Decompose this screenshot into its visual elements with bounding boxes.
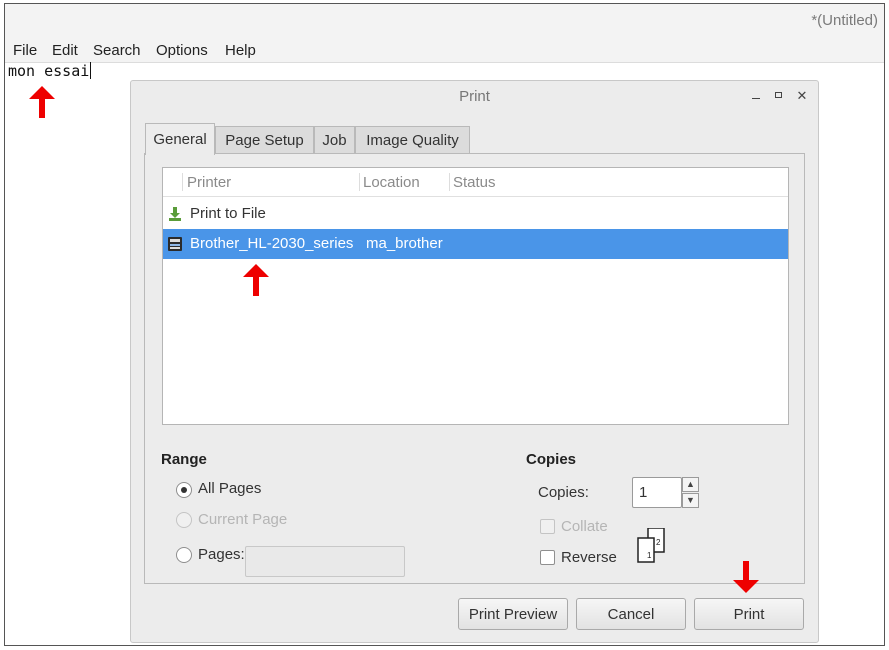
printer-name: Print to File — [190, 205, 266, 222]
reverse-checkbox[interactable] — [540, 550, 555, 565]
close-button[interactable]: ✕ — [794, 87, 810, 105]
column-separator — [182, 173, 183, 191]
maximize-icon — [775, 92, 782, 98]
text-caret — [90, 62, 92, 79]
cancel-button[interactable]: Cancel — [576, 598, 686, 630]
column-separator — [359, 173, 360, 191]
column-printer[interactable]: Printer — [187, 174, 231, 191]
chevron-up-icon: ▲ — [686, 479, 695, 489]
annotation-arrow-down-print — [733, 561, 759, 593]
minimize-button[interactable] — [748, 87, 764, 105]
all-pages-label[interactable]: All Pages — [198, 480, 261, 497]
printer-location: ma_brother — [366, 235, 443, 252]
copies-label: Copies: — [538, 484, 589, 501]
column-location[interactable]: Location — [363, 174, 420, 191]
current-page-label: Current Page — [198, 511, 288, 528]
tab-job[interactable]: Job — [314, 126, 355, 154]
tab-page-setup[interactable]: Page Setup — [215, 126, 314, 154]
pages-input[interactable] — [245, 546, 405, 577]
printer-row-print-to-file[interactable]: Print to File — [163, 199, 788, 229]
decrement-button[interactable]: ▼ — [682, 493, 699, 508]
print-to-file-icon — [169, 207, 181, 221]
printer-list[interactable]: Printer Location Status Print to File Br… — [162, 167, 789, 425]
tab-general[interactable]: General — [145, 123, 215, 155]
copies-input[interactable]: 1 — [632, 477, 682, 508]
annotation-arrow-up-printer — [243, 264, 269, 296]
collate-page-number: 2 — [656, 538, 661, 547]
collate-checkbox — [540, 519, 555, 534]
minimize-icon — [752, 98, 760, 99]
column-separator — [449, 173, 450, 191]
editor-content: mon essai — [8, 62, 90, 80]
copies-spinner: ▲ ▼ — [682, 477, 699, 508]
collate-label: Collate — [561, 518, 608, 535]
chevron-down-icon: ▼ — [686, 495, 695, 505]
pages-label[interactable]: Pages: — [198, 546, 245, 563]
printer-row-brother[interactable]: Brother_HL-2030_series ma_brother — [163, 229, 788, 259]
print-dialog: Print ✕ General Page Setup Job Image Qua… — [130, 80, 819, 643]
menu-help[interactable]: Help — [225, 42, 256, 59]
close-icon: ✕ — [796, 88, 808, 103]
menu-edit[interactable]: Edit — [52, 42, 78, 59]
increment-button[interactable]: ▲ — [682, 477, 699, 492]
annotation-arrow-up-editor — [29, 86, 55, 118]
tab-image-quality[interactable]: Image Quality — [355, 126, 470, 154]
dialog-title: Print — [459, 88, 490, 105]
collate-page-number: 1 — [647, 551, 652, 560]
print-preview-button[interactable]: Print Preview — [458, 598, 568, 630]
editor-title: *(Untitled) — [811, 12, 878, 29]
range-title: Range — [161, 451, 207, 468]
editor-text-area[interactable]: mon essai — [8, 62, 92, 80]
maximize-button[interactable] — [771, 87, 787, 105]
printer-name: Brother_HL-2030_series — [190, 235, 354, 252]
column-status[interactable]: Status — [453, 174, 496, 191]
print-button[interactable]: Print — [694, 598, 804, 630]
printer-list-header: Printer Location Status — [163, 168, 788, 197]
menu-options[interactable]: Options — [156, 42, 208, 59]
menubar: File Edit Search Options Help — [5, 37, 884, 63]
copies-title: Copies — [526, 451, 577, 468]
radio-current-page — [176, 512, 192, 528]
radio-pages[interactable] — [176, 547, 192, 563]
editor-titlebar: *(Untitled) — [5, 4, 884, 37]
collate-pages-icon: 2 1 — [637, 528, 665, 563]
radio-all-pages[interactable] — [176, 482, 192, 498]
printer-icon — [168, 237, 182, 251]
menu-search[interactable]: Search — [93, 42, 141, 59]
reverse-label[interactable]: Reverse — [561, 549, 617, 566]
menu-file[interactable]: File — [13, 42, 37, 59]
